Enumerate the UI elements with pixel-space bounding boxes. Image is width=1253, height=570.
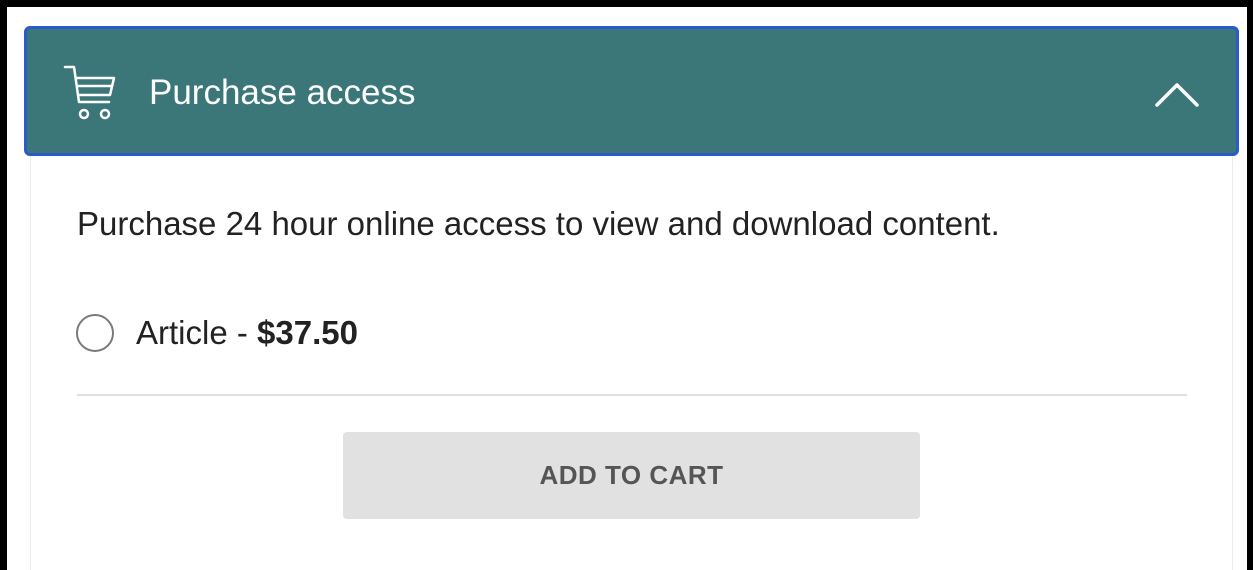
panel-title: Purchase access [149,73,416,112]
article-option[interactable]: Article - $37.50 [76,310,358,356]
article-price: $37.50 [257,314,358,351]
purchase-access-panel: Purchase access Purchase 24 hour online … [24,26,1239,570]
purchase-access-header[interactable]: Purchase access [24,26,1239,156]
article-radio[interactable] [76,314,114,352]
chevron-up-icon[interactable] [1154,81,1200,109]
add-to-cart-button[interactable]: ADD TO CART [343,432,920,519]
article-option-label: Article - $37.50 [136,311,358,355]
article-label-text: Article - [136,314,258,351]
divider [77,394,1187,396]
cart-icon [63,65,116,120]
purchase-description: Purchase 24 hour online access to view a… [77,205,1000,242]
